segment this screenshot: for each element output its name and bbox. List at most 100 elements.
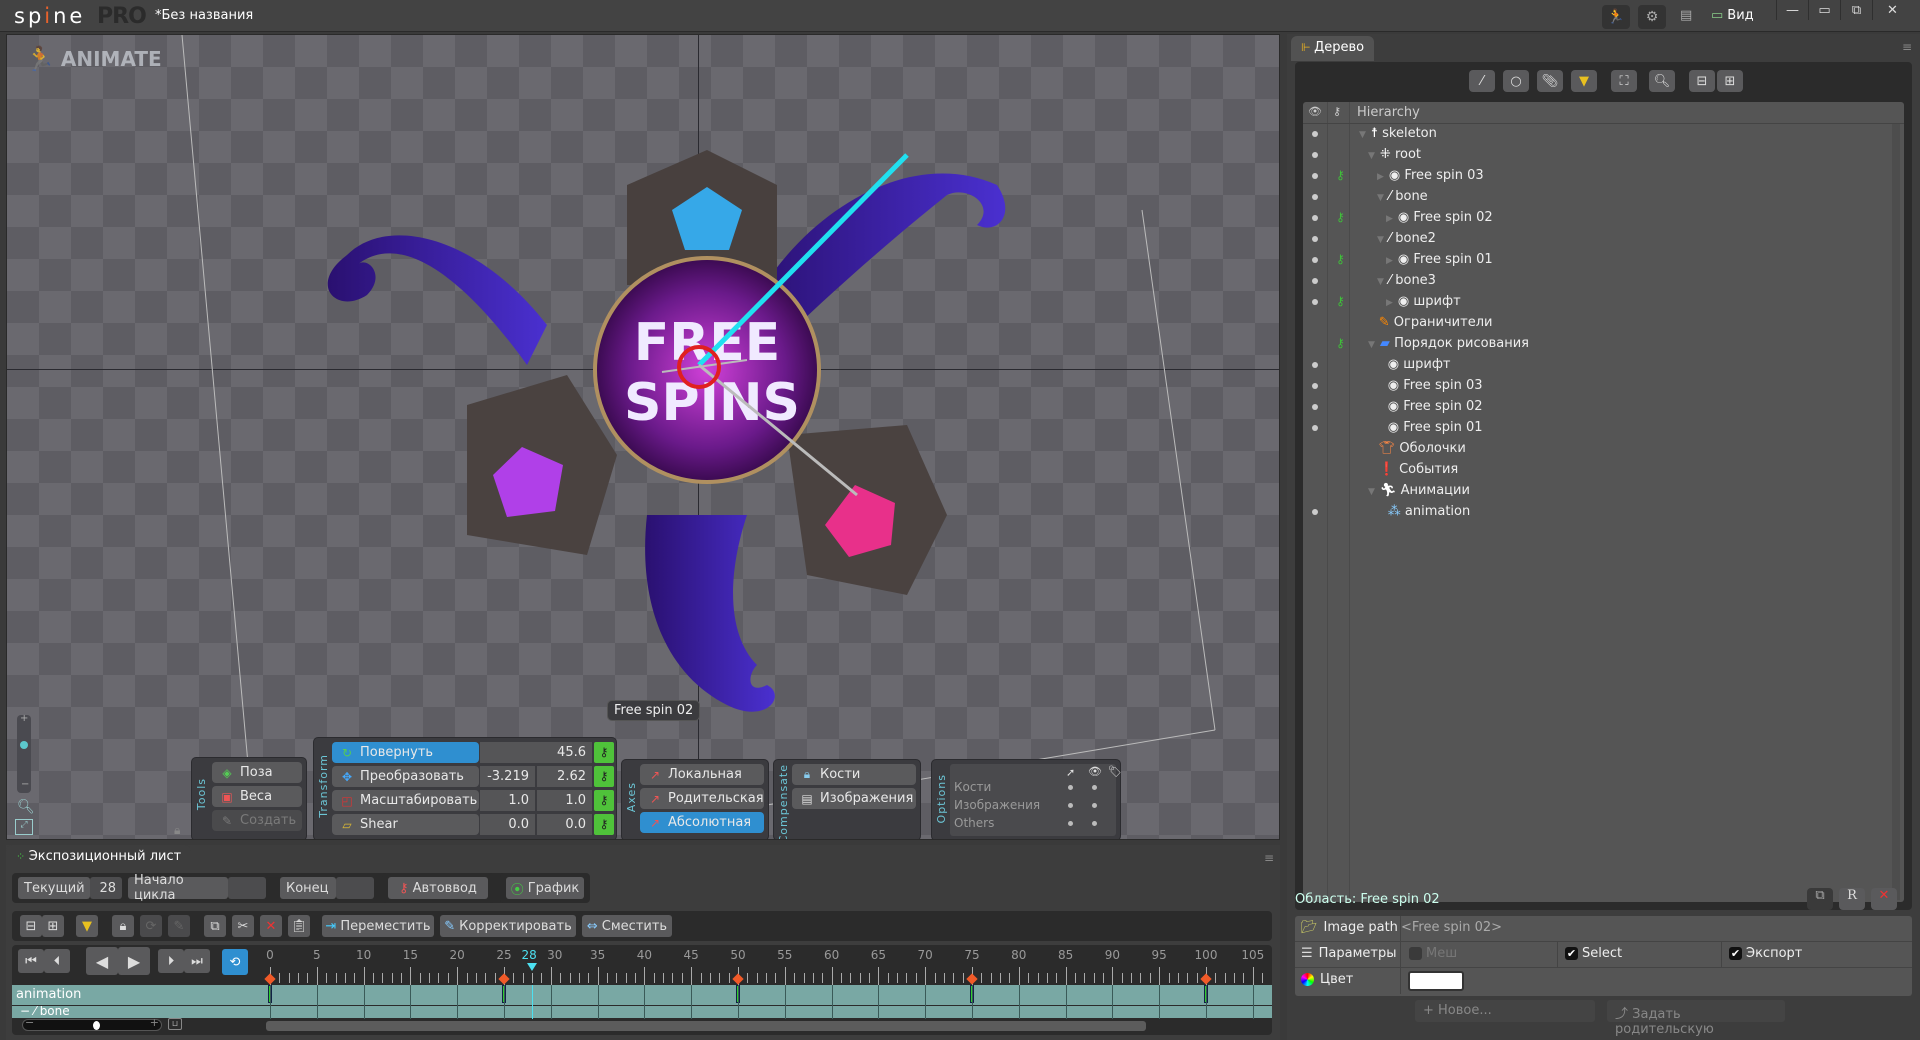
visibility-toggle[interactable] — [1312, 404, 1318, 410]
expand-arrow-icon[interactable]: ▼ — [1377, 193, 1384, 203]
timeline-zoom-handle[interactable] — [93, 1021, 100, 1030]
tree-item[interactable]: ▼ ⁜ root — [1303, 145, 1904, 166]
offset-button[interactable]: ⇔ Сместить — [582, 915, 672, 937]
lock-icon[interactable]: 🔒︎ — [174, 823, 180, 838]
find-button[interactable]: 🔍︎ — [1649, 70, 1675, 92]
keyframe-diamond[interactable] — [966, 973, 978, 985]
collapse-arrow-icon[interactable] — [1377, 403, 1383, 413]
translate-button[interactable]: ✥ Преобразовать — [332, 766, 479, 787]
zoom-out-icon[interactable]: − — [21, 779, 29, 790]
tree-item[interactable]: ◉ шрифт — [1303, 355, 1904, 376]
expand-arrow-icon[interactable]: ▼ — [1368, 151, 1375, 161]
zoom-in-icon[interactable]: + — [150, 1016, 159, 1029]
expand-arrow-icon[interactable]: ▼ — [1368, 487, 1375, 497]
images-visible-toggle[interactable] — [1092, 803, 1097, 808]
cut-button[interactable]: ✂ — [232, 915, 254, 937]
rotate-button[interactable]: ↻ Повернуть — [332, 742, 479, 763]
compensate-images-button[interactable]: ▤ Изображения — [792, 788, 916, 809]
expand-arrow-icon[interactable]: ▼ — [1368, 340, 1375, 350]
scale-y-value[interactable]: 1.0 — [537, 790, 592, 811]
loop-button[interactable]: ⟲ — [222, 949, 248, 975]
axes-parent-button[interactable]: ↗ Родительская — [640, 788, 764, 809]
key-icon[interactable]: ⚷ — [1336, 168, 1345, 182]
keyframe-diamond[interactable] — [498, 973, 510, 985]
loop-start-input[interactable] — [228, 877, 266, 899]
zoom-slider-handle[interactable] — [20, 741, 28, 749]
filter-button[interactable]: ▼ — [1571, 70, 1597, 92]
collapse-arrow-icon[interactable] — [1377, 508, 1383, 518]
compensate-bones-button[interactable]: 🔒︎ Кости — [792, 764, 916, 785]
translate-y-value[interactable]: 2.62 — [537, 766, 592, 787]
last-frame-button[interactable]: ⏭ — [184, 949, 210, 973]
keyframe-diamond[interactable] — [1200, 973, 1212, 985]
filter-button[interactable]: ▼ — [76, 915, 98, 937]
timeline-scrollbar[interactable] — [266, 1021, 1146, 1031]
tree-item[interactable]: ⁂ animation — [1303, 502, 1904, 523]
lock-button[interactable]: 🔒︎ — [112, 915, 134, 937]
visibility-toggle[interactable] — [1312, 299, 1318, 305]
translate-key-button[interactable]: ⚷ — [594, 766, 614, 787]
shear-y-value[interactable]: 0.0 — [537, 814, 592, 835]
settings-button[interactable]: ⚙ — [1638, 5, 1666, 29]
select-checkbox[interactable]: ✔ Select — [1565, 946, 1622, 961]
collapse-arrow-icon[interactable]: ▶ — [1386, 298, 1393, 308]
axes-world-button[interactable]: ↗ Абсолютная — [640, 812, 764, 833]
collapse-button[interactable]: ⊟ — [20, 915, 42, 937]
rotate-key-button[interactable]: ⚷ — [594, 742, 614, 763]
rotate-value[interactable]: 45.6 — [480, 742, 592, 763]
tab-dopesheet[interactable]: ⁘ Экспозиционный лист — [6, 845, 192, 870]
animate-mode-button[interactable]: 🏃 — [1602, 5, 1630, 29]
sync-button[interactable]: ⟳ — [140, 915, 162, 937]
visibility-toggle[interactable] — [1312, 509, 1318, 515]
timeline[interactable]: ⏮ ⏴ ◀ ▶ ⏵ ⏭ ⟲ 0 5 10 15 20 25 30 35 40 45 50 55 60 65… — [12, 945, 1272, 1035]
shear-button[interactable]: ▱ Shear — [332, 814, 479, 835]
keyframe-diamond[interactable] — [732, 973, 744, 985]
shear-x-value[interactable]: 0.0 — [480, 814, 535, 835]
mesh-checkbox[interactable]: Меш — [1409, 946, 1457, 961]
visibility-toggle[interactable] — [1312, 278, 1318, 284]
tree-item[interactable]: ◉ Free spin 03 — [1303, 376, 1904, 397]
bones-visible-toggle[interactable] — [1092, 785, 1097, 790]
first-frame-button[interactable]: ⏮ — [18, 949, 44, 973]
collapse-arrow-icon[interactable] — [1368, 319, 1374, 329]
move-button[interactable]: ⇥ Переместить — [322, 915, 434, 937]
copy-button[interactable]: ⧉ — [204, 915, 226, 937]
key-icon[interactable]: ⚷ — [1336, 252, 1345, 266]
layers-icon[interactable]: ▤ — [1680, 8, 1692, 23]
magnifier-icon[interactable]: 🔍︎ — [17, 799, 35, 815]
play-reverse-button[interactable]: ◀ — [86, 947, 118, 975]
key-icon[interactable]: ⚷ — [1336, 210, 1345, 224]
maximize-button[interactable]: ▭ — [1808, 0, 1840, 20]
prev-key-button[interactable]: ⏴ — [44, 949, 70, 973]
tree-item[interactable]: ▼ ⁄ bone2 — [1303, 229, 1904, 250]
others-select-toggle[interactable] — [1068, 821, 1073, 826]
visibility-toggle[interactable] — [1312, 362, 1318, 368]
tree-item[interactable]: ▼ ⁄ bone3 — [1303, 271, 1904, 292]
tree-item[interactable]: ◉ Free spin 01 — [1303, 418, 1904, 439]
current-frame-input[interactable]: 28 — [90, 877, 122, 899]
collapse-arrow-icon[interactable]: ▶ — [1386, 214, 1393, 224]
close-button[interactable]: ✕ — [1872, 0, 1912, 20]
timeline-ruler[interactable]: 0 5 10 15 20 25 30 35 40 45 50 55 60 65 70 75 80 85 90 95 10… — [264, 945, 1270, 985]
autokey-button[interactable]: ⚷ Автоввод — [388, 877, 488, 899]
tree-item[interactable]: ◉ Free spin 02 — [1303, 397, 1904, 418]
graph-button[interactable]: ⦿ График — [506, 877, 584, 899]
collapse-arrow-icon[interactable]: ▶ — [1377, 172, 1384, 182]
viewport-canvas[interactable]: 🏃 ANIMATE FREE SPINS Free spin 02 + − 🔍︎ … — [6, 34, 1280, 840]
panel-menu-icon[interactable]: ≡ — [1902, 40, 1912, 54]
expand-button[interactable]: ⊞ — [42, 915, 64, 937]
set-parent-button[interactable]: ⤴ Задать родительскую — [1607, 1000, 1785, 1037]
panel-menu-icon[interactable]: ≡ — [1264, 851, 1274, 865]
hierarchy-tree[interactable]: 👁︎ ⚷ Hierarchy ▼ ☨ skeleton ▼ ⁜ root ⚷ ▶ ◉ Fre… — [1303, 102, 1904, 902]
delete-key-button[interactable]: ✕ — [260, 915, 282, 937]
tree-item[interactable]: ✎ Ограничители — [1303, 313, 1904, 334]
keyframe-diamond[interactable] — [264, 973, 276, 985]
timeline-zoom-slider[interactable]: − + — [22, 1016, 162, 1031]
scale-x-value[interactable]: 1.0 — [480, 790, 535, 811]
new-button[interactable]: + Новое... — [1415, 1000, 1595, 1022]
keyable-header-icon[interactable]: ⚷ — [1333, 105, 1341, 118]
key-icon[interactable]: ⚷ — [1336, 294, 1345, 308]
expand-all-button[interactable]: ⊞ — [1717, 70, 1743, 92]
expand-arrow-icon[interactable]: ▼ — [1377, 235, 1384, 245]
restore-button[interactable]: ⧉ — [1840, 0, 1872, 20]
